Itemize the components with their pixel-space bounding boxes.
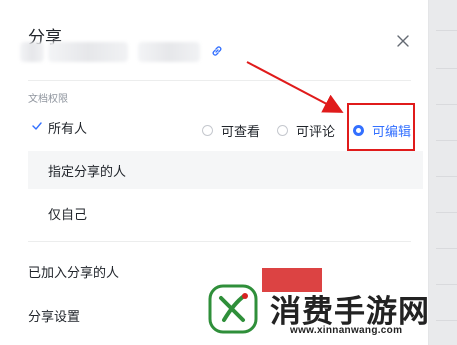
- watermark-url: www.xinnanwang.com: [290, 325, 403, 336]
- watermark-logo-icon: [208, 284, 258, 334]
- share-settings-row[interactable]: 分享设置: [28, 306, 80, 325]
- divider: [28, 80, 411, 81]
- divider: [28, 241, 411, 242]
- radio-icon: [277, 125, 288, 136]
- close-icon[interactable]: [393, 31, 413, 51]
- blurred-link-text: [48, 42, 128, 62]
- link-icon[interactable]: [210, 44, 224, 58]
- perm-row-label: 所有人: [48, 120, 88, 136]
- option-comment[interactable]: 可评论: [277, 121, 335, 140]
- option-label: 可评论: [296, 124, 336, 139]
- perm-row-only-me[interactable]: 仅自己: [28, 194, 423, 232]
- perm-row-specified[interactable]: 指定分享的人: [28, 151, 423, 189]
- blurred-link-text: [138, 42, 200, 62]
- perm-row-label: 指定分享的人: [48, 163, 127, 179]
- joined-people-row[interactable]: 已加入分享的人: [28, 262, 119, 281]
- perm-row-label: 仅自己: [48, 206, 88, 222]
- option-label: 可查看: [221, 124, 261, 139]
- check-icon: [32, 122, 42, 130]
- blurred-link-text: [20, 42, 44, 62]
- permission-section-label: 文档权限: [28, 94, 68, 105]
- background-document-edge: [428, 0, 457, 345]
- option-view[interactable]: 可查看: [202, 121, 260, 140]
- highlight-box: [347, 103, 415, 151]
- radio-icon: [202, 125, 213, 136]
